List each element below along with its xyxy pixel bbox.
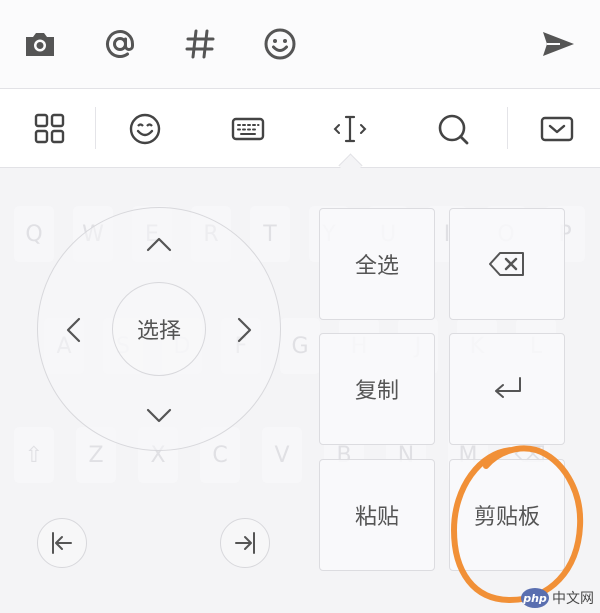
enter-icon — [495, 377, 521, 398]
arrow-right-button[interactable] — [229, 315, 259, 345]
toolbar-divider — [95, 107, 96, 149]
select-button[interactable]: 选择 — [112, 282, 206, 376]
background-key: ⇧ — [14, 427, 54, 483]
camera-icon[interactable] — [22, 26, 58, 62]
grid-menu-icon[interactable] — [33, 112, 67, 146]
emoji-icon[interactable] — [262, 26, 298, 62]
keyboard-icon[interactable] — [231, 112, 265, 146]
arrow-down-button[interactable] — [144, 400, 174, 430]
arrow-left-button[interactable] — [59, 315, 89, 345]
arrow-up-button[interactable] — [144, 230, 174, 260]
cursor-text-icon[interactable] — [333, 112, 367, 146]
select-all-button[interactable]: 全选 — [319, 208, 435, 320]
paste-label: 粘贴 — [354, 505, 399, 530]
line-start-icon — [52, 532, 72, 554]
move-to-line-end-button[interactable] — [220, 518, 270, 568]
line-end-icon — [235, 532, 255, 554]
enter-button[interactable] — [449, 333, 565, 445]
watermark: php 中文网 — [521, 587, 594, 609]
move-to-line-start-button[interactable] — [37, 518, 87, 568]
paste-button[interactable]: 粘贴 — [319, 459, 435, 571]
background-key: T — [250, 206, 290, 262]
emoji-face-icon[interactable] — [128, 112, 162, 146]
background-key: Q — [14, 206, 54, 262]
keyboard-toolbar — [0, 89, 600, 168]
toolbar-divider — [507, 107, 508, 149]
hashtag-icon[interactable] — [182, 26, 218, 62]
clipboard-label: 剪贴板 — [473, 505, 540, 530]
watermark-logo: php — [521, 588, 549, 608]
search-icon[interactable] — [436, 112, 470, 146]
backspace-button[interactable] — [449, 208, 565, 320]
collapse-keyboard-icon[interactable] — [540, 112, 574, 146]
send-icon[interactable] — [540, 26, 576, 62]
clipboard-button[interactable]: 剪贴板 — [449, 459, 565, 571]
at-sign-icon[interactable] — [102, 26, 138, 62]
background-key: V — [262, 427, 302, 483]
watermark-text: 中文网 — [552, 591, 594, 607]
copy-label: 复制 — [354, 379, 399, 404]
backspace-icon — [489, 252, 524, 276]
copy-button[interactable]: 复制 — [319, 333, 435, 445]
select-all-label: 全选 — [354, 254, 399, 279]
compose-toolbar — [0, 0, 600, 89]
select-label: 选择 — [136, 319, 181, 344]
background-key: G — [280, 318, 320, 374]
